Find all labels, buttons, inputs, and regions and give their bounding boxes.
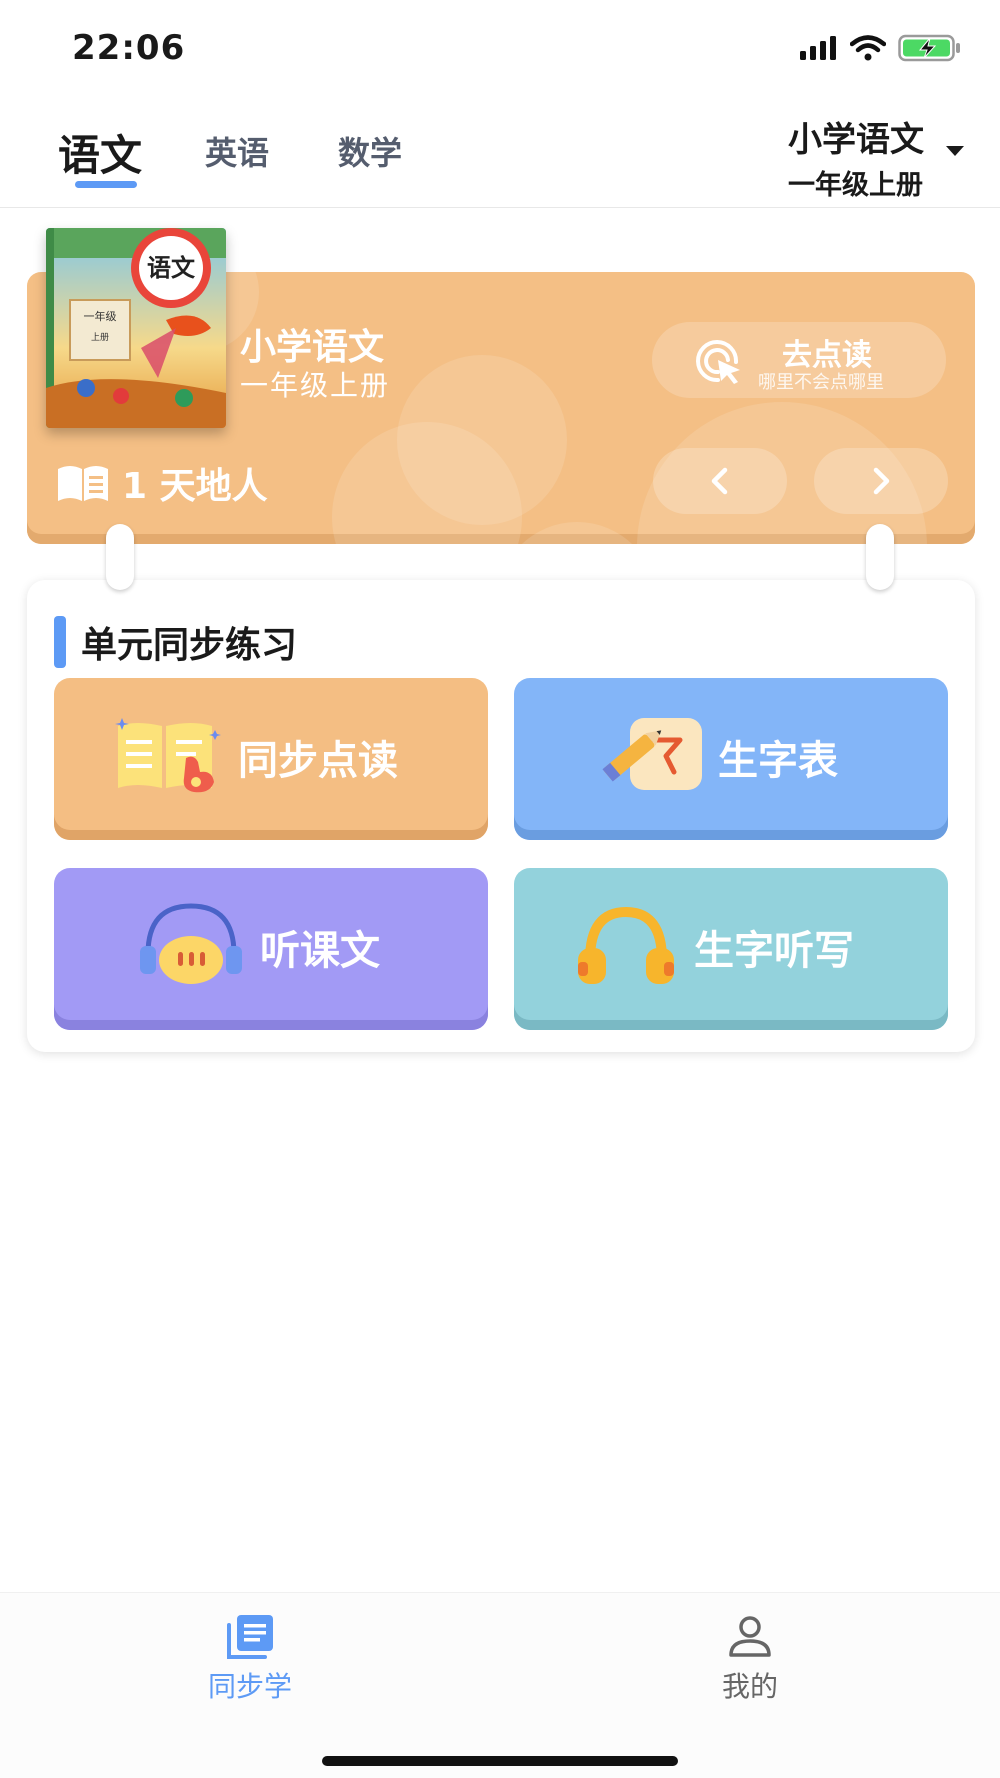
cover-title-art: 语文 — [147, 253, 196, 282]
cover-grade: 一年级 — [84, 309, 117, 323]
point-read-button[interactable]: 去点读 哪里不会点哪里 — [652, 322, 946, 398]
unit-practice-card: 单元同步练习 同步点读 生字表 听课文 生字听写 — [27, 580, 975, 1052]
home-indicator — [322, 1756, 678, 1766]
banner-book-title: 小学语文 — [240, 327, 385, 368]
previous-lesson-button[interactable] — [653, 448, 787, 514]
tab-math[interactable]: 数学 — [338, 128, 402, 174]
signal-icon — [800, 36, 838, 64]
nav-profile-label: 我的 — [721, 1670, 778, 1703]
sync-read-label: 同步点读 — [238, 738, 398, 784]
point-read-hint: 哪里不会点哪里 — [758, 372, 884, 393]
tap-cursor-icon — [694, 340, 744, 384]
wifi-icon — [849, 35, 887, 65]
character-table-tile[interactable]: 生字表 — [514, 678, 948, 840]
battery-charging-icon — [898, 34, 962, 66]
active-tab-indicator — [75, 181, 137, 188]
nav-profile[interactable]: 我的 — [660, 1613, 840, 1705]
book-stack-icon — [160, 1613, 340, 1661]
character-table-label: 生字表 — [718, 738, 838, 784]
tab-english[interactable]: 英语 — [205, 128, 269, 174]
section-marker — [54, 616, 66, 668]
open-book-icon — [56, 463, 110, 503]
current-lesson-label: 1 天地人 — [122, 466, 268, 507]
tab-chinese[interactable]: 语文 — [58, 122, 142, 183]
book-selector-dropdown[interactable]: 小学语文 一年级上册 — [788, 112, 964, 202]
nav-sync-learn-label: 同步学 — [207, 1670, 292, 1703]
book-cover-image[interactable]: 语文 一年级 上册 — [46, 228, 226, 428]
user-icon — [660, 1613, 840, 1661]
next-lesson-button[interactable] — [814, 448, 948, 514]
cover-volume: 上册 — [91, 332, 109, 343]
character-dictation-tile[interactable]: 生字听写 — [514, 868, 948, 1030]
subject-header: 语文 英语 数学 小学语文 一年级上册 — [0, 96, 1000, 208]
status-time: 22:06 — [72, 28, 186, 68]
book-pointer-icon — [114, 716, 224, 800]
book-selector-subtitle: 一年级上册 — [788, 170, 923, 201]
bottom-tab-bar: 同步学 我的 — [0, 1592, 1000, 1778]
listen-text-label: 听课文 — [260, 928, 380, 974]
section-title: 单元同步练习 — [81, 625, 298, 666]
banner-peg-right — [866, 524, 894, 590]
character-dictation-label: 生字听写 — [694, 928, 854, 974]
banner-peg-left — [106, 524, 134, 590]
nav-sync-learn[interactable]: 同步学 — [160, 1613, 340, 1705]
current-lesson[interactable]: 1 天地人 — [56, 458, 268, 508]
character-pencil-icon — [596, 714, 706, 798]
status-bar: 22:06 — [0, 0, 1000, 96]
status-icons — [800, 34, 962, 66]
sync-read-tile[interactable]: 同步点读 — [54, 678, 488, 840]
book-selector-title: 小学语文 — [788, 120, 924, 160]
headphones-icon — [576, 906, 676, 990]
caret-down-icon — [946, 146, 964, 156]
headphones-speech-icon — [138, 900, 244, 994]
listen-text-tile[interactable]: 听课文 — [54, 868, 488, 1030]
banner-book-subtitle: 一年级上册 — [240, 369, 391, 402]
